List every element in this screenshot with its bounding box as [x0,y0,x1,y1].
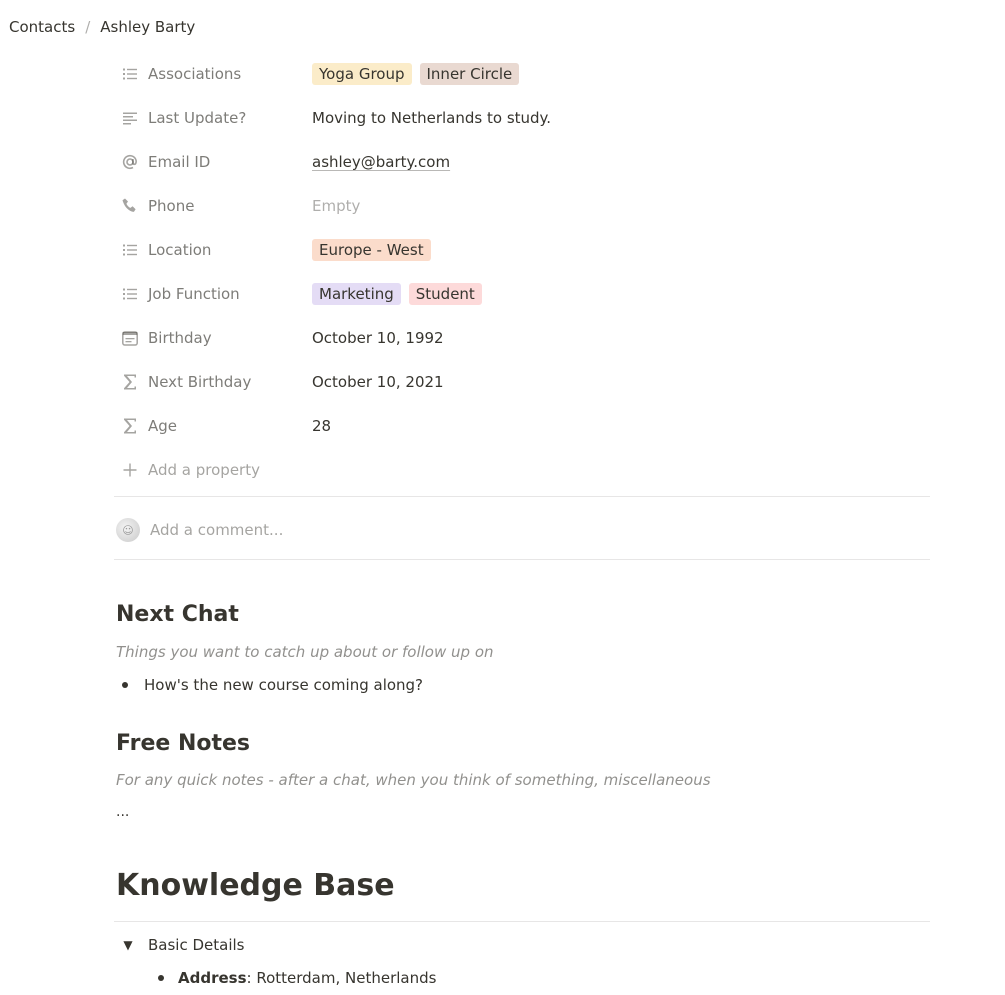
property-label: Next Birthday [148,373,252,391]
property-value[interactable]: Europe - West [312,233,930,267]
property-value[interactable]: October 10, 2021 [312,365,930,399]
property-name[interactable]: Job Function [116,277,312,311]
next-chat-hint[interactable]: Things you want to catch up about or fol… [116,643,494,661]
tag[interactable]: Student [408,283,482,305]
bullet-icon [158,975,164,981]
bullet-icon [122,682,128,688]
toggle-label[interactable]: Basic Details [148,936,244,954]
property-name[interactable]: Birthday [116,321,312,355]
property-row: Age 28 [116,404,930,448]
address-value[interactable]: : Rotterdam, Netherlands [247,969,437,987]
tag[interactable]: Inner Circle [419,63,520,85]
toggle-triangle-icon[interactable]: ▼ [120,938,136,952]
sigma-icon [120,372,140,392]
list-icon [120,64,140,84]
properties-table: Associations Yoga Group Inner Circle Last U… [116,52,930,492]
free-notes-heading[interactable]: Free Notes [116,731,250,756]
free-notes-body[interactable]: ... [116,804,129,820]
property-row: Location Europe - West [116,228,930,272]
property-value[interactable]: ashley@barty.com [312,145,930,179]
property-name[interactable]: Email ID [116,145,312,179]
add-property-label[interactable]: Add a property [148,461,260,479]
tag[interactable]: Europe - West [312,239,431,261]
phone-icon [120,196,140,216]
properties-divider [114,496,930,497]
property-label: Phone [148,197,195,215]
property-row: Email ID ashley@barty.com [116,140,930,184]
property-value[interactable]: Moving to Netherlands to study. [312,101,930,135]
property-value[interactable]: Yoga Group Inner Circle [312,57,930,91]
tag[interactable]: Marketing [312,283,401,305]
breadcrumb-contacts[interactable]: Contacts [8,18,76,36]
property-name[interactable]: Phone [116,189,312,223]
property-label: Job Function [148,285,240,303]
property-label: Birthday [148,329,212,347]
breadcrumb: Contacts / Ashley Barty [8,16,196,38]
property-text[interactable]: Empty [312,197,360,215]
calendar-icon [120,328,140,348]
property-value[interactable]: 28 [312,409,930,443]
knowledge-base-heading[interactable]: Knowledge Base [116,868,395,903]
comment-row[interactable]: ☺ Add a comment... [116,516,283,544]
list-icon [120,284,140,304]
property-label: Associations [148,65,242,83]
property-text[interactable]: October 10, 2021 [312,373,444,391]
toggle-basic-details[interactable]: ▼ Basic Details [120,936,244,954]
property-name[interactable]: Location [116,233,312,267]
list-icon [120,240,140,260]
list-item[interactable]: How's the new course coming along? [122,676,423,694]
property-name[interactable]: Last Update? [116,101,312,135]
next-chat-heading[interactable]: Next Chat [116,602,239,627]
add-property-button[interactable]: Add a property [116,448,930,492]
tag[interactable]: Yoga Group [312,63,412,85]
property-row: Associations Yoga Group Inner Circle [116,52,930,96]
list-item[interactable]: Address : Rotterdam, Netherlands [158,969,436,987]
comment-input[interactable]: Add a comment... [150,521,283,539]
property-label: Location [148,241,212,259]
next-chat-item[interactable]: How's the new course coming along? [144,676,423,694]
property-text[interactable]: Moving to Netherlands to study. [312,109,551,127]
property-row: Last Update? Moving to Netherlands to stu… [116,96,930,140]
knowledge-base-divider [114,921,930,922]
property-label: Last Update? [148,109,247,127]
sigma-icon [120,416,140,436]
property-row: Job Function Marketing Student [116,272,930,316]
property-value[interactable]: October 10, 1992 [312,321,930,355]
free-notes-hint[interactable]: For any quick notes - after a chat, when… [116,771,711,789]
breadcrumb-separator: / [85,18,91,36]
avatar: ☺ [116,518,140,542]
at-icon [120,152,140,172]
property-row: Next Birthday October 10, 2021 [116,360,930,404]
comments-divider [114,559,930,560]
text-icon [120,108,140,128]
property-value[interactable]: Marketing Student [312,277,930,311]
plus-icon [120,460,140,480]
property-value[interactable]: Empty [312,189,930,223]
breadcrumb-current-page[interactable]: Ashley Barty [99,18,196,36]
property-text[interactable]: October 10, 1992 [312,329,444,347]
property-label: Email ID [148,153,211,171]
property-name[interactable]: Associations [116,57,312,91]
property-row: Birthday October 10, 1992 [116,316,930,360]
property-text[interactable]: 28 [312,417,331,435]
email-link[interactable]: ashley@barty.com [312,153,450,171]
property-name[interactable]: Age [116,409,312,443]
property-name[interactable]: Next Birthday [116,365,312,399]
property-label: Age [148,417,178,435]
address-label: Address [178,969,247,987]
property-row: Phone Empty [116,184,930,228]
